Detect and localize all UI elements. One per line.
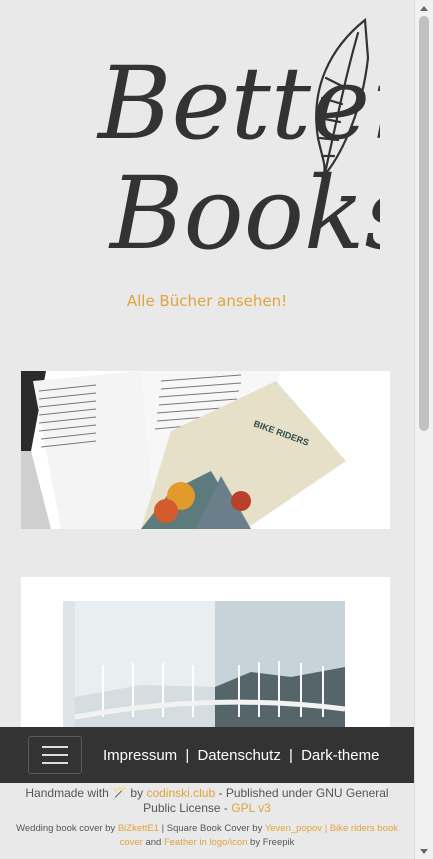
nav-separator: | [289, 746, 293, 764]
impressum-link[interactable]: Impressum [103, 747, 177, 764]
bizkette-link[interactable]: BiZkettE1 [118, 823, 159, 834]
yeven-popov-link[interactable]: Yeven_popov [265, 823, 322, 834]
dark-theme-toggle[interactable]: Dark-theme [301, 747, 379, 764]
logo-text-books: Books [108, 155, 380, 272]
bike-riders-book-image: BIKE RIDERS [21, 371, 390, 529]
scroll-down-arrow-icon[interactable] [415, 843, 433, 859]
footer: Handmade with 🪄 by codinski.club - Publi… [0, 786, 414, 850]
page-scrollbar[interactable] [414, 0, 433, 859]
nav-separator: | [185, 746, 190, 764]
logo-text-better: Better [96, 45, 380, 162]
hamburger-icon[interactable] [28, 736, 82, 774]
gpl-link[interactable]: GPL v3 [231, 801, 271, 815]
datenschutz-link[interactable]: Datenschutz [197, 747, 280, 764]
magic-wand-icon: 🪄 [112, 786, 128, 800]
all-books-link[interactable]: Alle Bücher ansehen! [0, 292, 414, 310]
scroll-thumb[interactable] [419, 16, 429, 431]
bridge-book-image [21, 577, 390, 747]
codinski-link[interactable]: codinski.club [146, 786, 215, 800]
bottom-navbar: Impressum | Datenschutz | Dark-theme [0, 727, 414, 783]
book-card-bike-riders[interactable]: BIKE RIDERS [21, 371, 390, 529]
footer-license: Handmade with 🪄 by codinski.club - Publi… [25, 786, 389, 815]
book-card-bridge[interactable] [21, 577, 390, 747]
nav-links: Impressum | Datenschutz | Dark-theme [103, 747, 379, 764]
scroll-up-arrow-icon[interactable] [415, 0, 433, 16]
feather-logo-link[interactable]: Feather in logo/icon [164, 837, 247, 848]
footer-credits: Wedding book cover by BiZkettE1 | Square… [16, 823, 398, 848]
better-books-logo: Better Books [96, 18, 380, 272]
